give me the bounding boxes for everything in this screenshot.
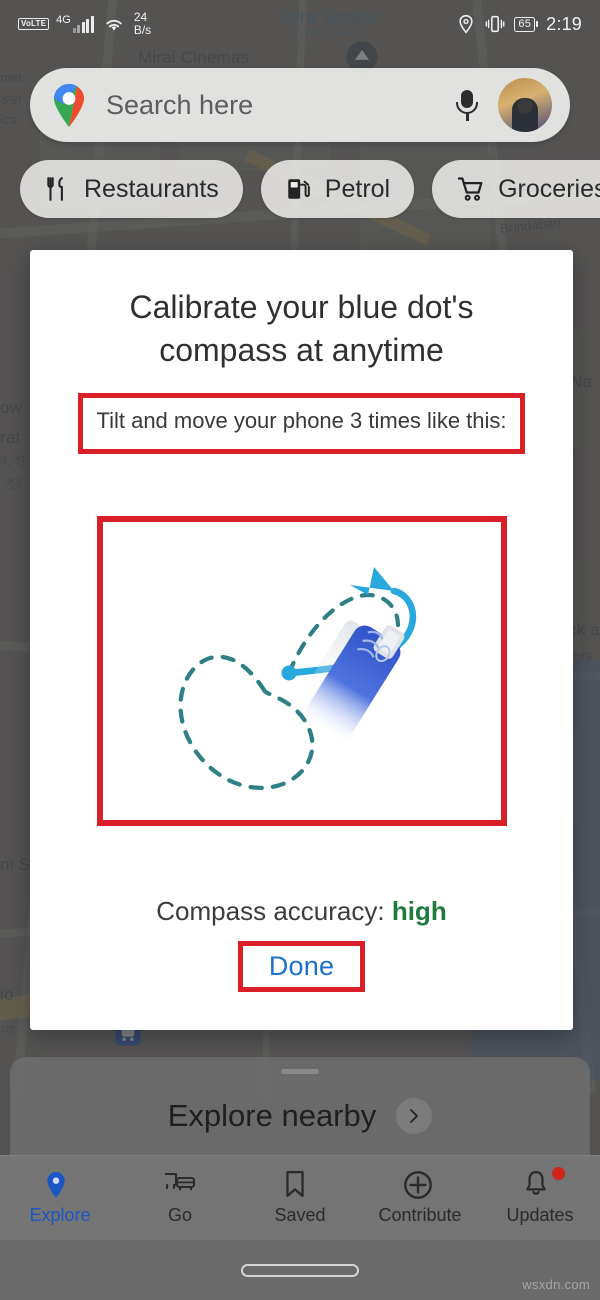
- chip-restaurants[interactable]: Restaurants: [20, 160, 243, 218]
- chip-groceries[interactable]: Groceries: [432, 160, 600, 218]
- commute-icon: [163, 1170, 197, 1200]
- compass-calibration-dialog: Calibrate your blue dot's compass at any…: [30, 250, 573, 1030]
- nav-label: Saved: [274, 1205, 326, 1225]
- bell-icon: [523, 1167, 565, 1200]
- fuel-pump-icon: [288, 179, 310, 199]
- plus-circle-icon: [403, 1170, 437, 1200]
- phone-screen: Mirai Cinemas Brindaban met কস্থা ics ow…: [0, 0, 600, 1300]
- done-annotation-box: Done: [237, 940, 366, 992]
- nav-label: Updates: [506, 1205, 574, 1225]
- network-gen-label: 4G: [56, 14, 71, 26]
- status-bar: VoLTE 4G 24 B/s Jora Temple জোড়া মন্দির: [0, 0, 600, 48]
- gesture-navigation-bar: [0, 1240, 600, 1300]
- chip-label: Groceries: [498, 174, 600, 203]
- watermark: wsxdn.com: [522, 1277, 590, 1292]
- wifi-icon: [106, 19, 122, 31]
- chip-petrol[interactable]: Petrol: [260, 160, 415, 218]
- explore-nearby-row[interactable]: Explore nearby: [168, 1098, 433, 1134]
- category-chips: Restaurants Petrol Groceries: [20, 160, 600, 218]
- battery-level: 65: [514, 16, 536, 32]
- map-poi-top-label: Jora Temple জোড়া মন্দির: [281, 8, 379, 39]
- chevron-right-icon[interactable]: [396, 1098, 433, 1134]
- bottom-navigation-bar: Explore Go Saved Contribute Updates: [0, 1155, 600, 1240]
- poi-name-en: Jora Temple: [280, 7, 379, 28]
- sheet-drag-handle[interactable]: [281, 1069, 319, 1074]
- fork-knife-icon: [47, 177, 63, 201]
- updates-badge: [552, 1167, 565, 1180]
- data-rate-unit: B/s: [133, 23, 152, 37]
- subtitle-annotation-box: Tilt and move your phone 3 times like th…: [78, 393, 525, 454]
- avatar[interactable]: [498, 78, 552, 132]
- nav-label: Go: [167, 1205, 192, 1225]
- search-bar[interactable]: Search here: [30, 68, 570, 142]
- explore-nearby-label: Explore nearby: [167, 1098, 377, 1133]
- accuracy-value: high: [391, 895, 447, 926]
- volte-icon: VoLTE: [18, 18, 50, 30]
- shopping-cart-icon: [457, 177, 483, 201]
- nav-item-saved[interactable]: Saved: [240, 1156, 360, 1240]
- signal-bars-icon: 4G: [56, 15, 94, 33]
- google-maps-pin-icon: [48, 82, 90, 128]
- status-clock: 2:19: [546, 13, 582, 34]
- compass-accuracy-status: Compass accuracy: high: [156, 896, 446, 927]
- nav-label: Explore: [29, 1205, 91, 1225]
- location-pin-icon: [459, 14, 473, 34]
- search-input[interactable]: Search here: [106, 90, 452, 121]
- poi-name-bn: জোড়া মন্দির: [299, 26, 361, 41]
- data-rate-indicator: 24 B/s: [134, 11, 151, 36]
- location-pin-icon: [43, 1170, 77, 1200]
- nav-item-contribute[interactable]: Contribute: [360, 1156, 480, 1240]
- nav-item-go[interactable]: Go: [120, 1156, 240, 1240]
- chip-label: Restaurants: [84, 174, 219, 203]
- figure-eight-annotation-box: [96, 515, 507, 826]
- home-gesture-pill[interactable]: [241, 1263, 359, 1277]
- nav-item-explore[interactable]: Explore: [0, 1156, 120, 1240]
- dialog-title: Calibrate your blue dot's compass at any…: [129, 289, 474, 368]
- chip-label: Petrol: [324, 174, 391, 203]
- vibrate-icon: [485, 15, 505, 33]
- bookmark-icon: [283, 1170, 317, 1200]
- dialog-subtitle: Tilt and move your phone 3 times like th…: [96, 408, 507, 434]
- microphone-icon[interactable]: [452, 88, 482, 122]
- battery-icon: 65: [514, 16, 539, 32]
- explore-nearby-sheet[interactable]: Explore nearby: [10, 1057, 590, 1160]
- figure-eight-motion-animation: [177, 566, 416, 790]
- accuracy-label: Compass accuracy:: [156, 895, 385, 926]
- nav-item-updates[interactable]: Updates: [480, 1156, 600, 1240]
- done-button[interactable]: Done: [269, 951, 334, 981]
- nav-label: Contribute: [378, 1205, 462, 1225]
